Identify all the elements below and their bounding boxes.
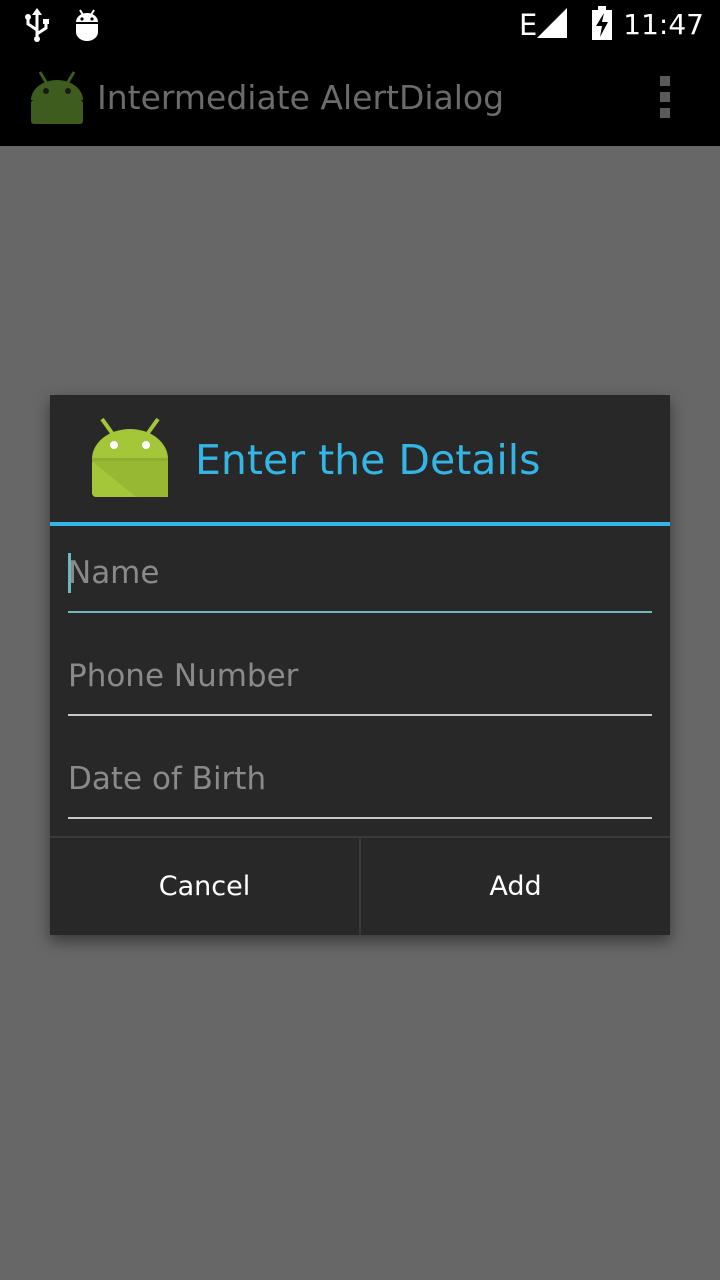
clock: 11:47 <box>623 8 704 41</box>
network-type-label: E <box>518 8 538 42</box>
date-of-birth-input[interactable] <box>68 749 652 809</box>
alert-dialog: Enter the Details Cancel Add <box>50 395 670 935</box>
name-input[interactable] <box>68 543 652 603</box>
status-bar-system: E 11:47 <box>519 6 704 44</box>
status-bar-notifications <box>22 8 100 46</box>
phone-number-field[interactable] <box>68 646 652 716</box>
signal-icon <box>537 8 568 42</box>
name-field[interactable] <box>68 543 652 613</box>
title-divider <box>50 522 670 526</box>
usb-icon <box>22 8 52 46</box>
field-underline <box>68 817 652 819</box>
overflow-menu-icon[interactable] <box>655 76 675 122</box>
field-underline <box>68 714 652 716</box>
field-underline <box>68 611 652 613</box>
app-title: Intermediate AlertDialog <box>97 78 505 117</box>
action-bar: Intermediate AlertDialog <box>0 50 720 146</box>
cancel-button[interactable]: Cancel <box>50 838 359 935</box>
status-bar: E 11:47 <box>0 0 720 50</box>
dialog-title: Enter the Details <box>195 436 541 484</box>
android-app-icon <box>28 70 86 130</box>
phone-number-input[interactable] <box>68 646 652 706</box>
battery-charging-icon <box>591 6 613 44</box>
android-app-icon <box>90 417 170 503</box>
date-of-birth-field[interactable] <box>68 749 652 819</box>
dialog-title-bar: Enter the Details <box>50 395 670 522</box>
add-button[interactable]: Add <box>361 838 670 935</box>
android-debug-icon <box>74 8 100 46</box>
